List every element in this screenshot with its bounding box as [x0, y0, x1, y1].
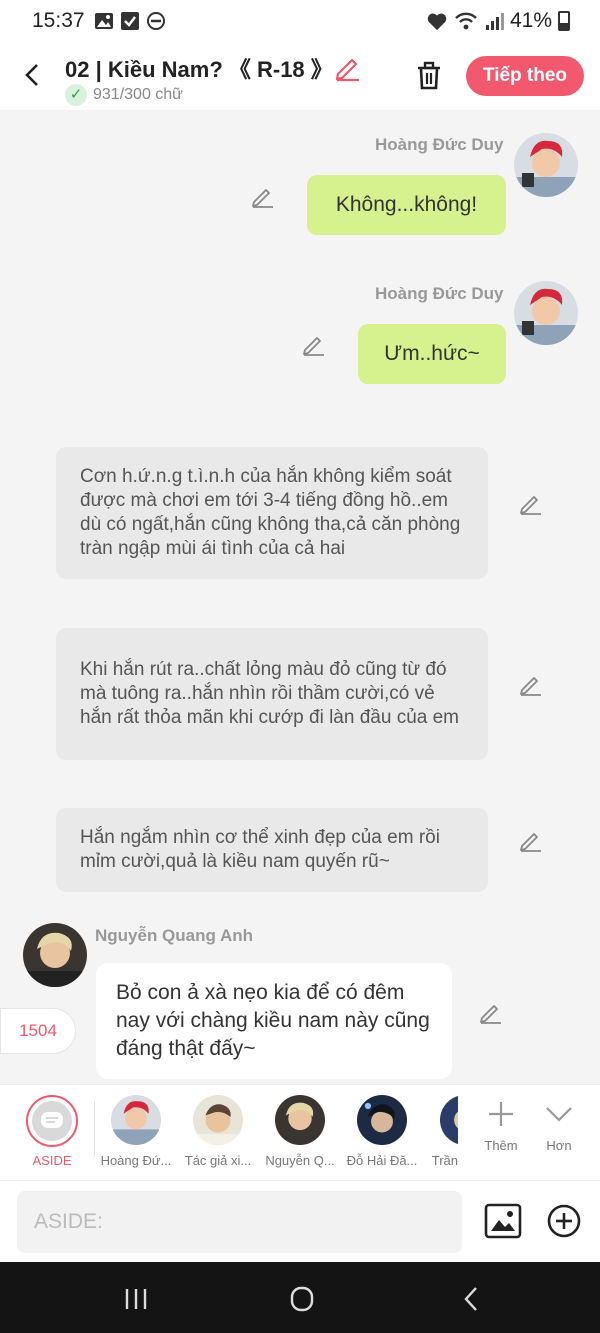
- character-label: Hoàng Đứ...: [100, 1153, 172, 1168]
- next-button[interactable]: Tiếp theo: [466, 56, 584, 96]
- chat-area[interactable]: Hoàng Đức Duy Không...không! Hoàng Đức D…: [0, 110, 600, 1084]
- avatar[interactable]: [23, 923, 87, 987]
- do-not-disturb-icon: [147, 12, 165, 30]
- system-nav-bar: [0, 1262, 600, 1333]
- add-label: Thêm: [484, 1138, 518, 1153]
- sender-name: Hoàng Đức Duy: [375, 135, 504, 154]
- chevron-down-icon: [546, 1107, 572, 1122]
- heart-icon: [427, 13, 447, 31]
- image-icon[interactable]: [484, 1203, 522, 1239]
- character-label: Trần: [431, 1153, 458, 1168]
- add-circle-icon[interactable]: [546, 1203, 582, 1239]
- narration-bubble[interactable]: Khi hắn rút ra..chất lỏng màu đỏ cũng từ…: [56, 628, 488, 760]
- check-icon: ✓: [65, 84, 87, 106]
- edit-pencil-icon[interactable]: [301, 331, 327, 357]
- narration-bubble[interactable]: Cơn h.ứ.n.g t.ì.n.h của hắn không kiểm s…: [56, 447, 488, 579]
- avatar: [193, 1095, 243, 1145]
- message-bubble[interactable]: Không...không!: [307, 175, 506, 235]
- avatar[interactable]: [514, 281, 578, 345]
- header: 02 | Kiều Nam? 《 R-18 》 ✓ 931/300 chữ Ti…: [0, 44, 600, 110]
- message-bubble[interactable]: Bỏ con ả xà nẹo kia để có đêm nay với ch…: [96, 963, 452, 1079]
- character-bar: ASIDE Hoàng Đứ... Tác giả xi... Nguyễn Q…: [0, 1084, 600, 1180]
- back-nav-icon[interactable]: [455, 1284, 489, 1314]
- status-bar: 15:37 41%: [0, 0, 600, 44]
- avatar: [275, 1095, 325, 1145]
- add-character-button[interactable]: Thêm: [476, 1099, 526, 1153]
- character-item[interactable]: Tác giả xi...: [176, 1095, 260, 1168]
- message-input[interactable]: [17, 1191, 462, 1253]
- counter-badge[interactable]: 1504: [0, 1008, 76, 1054]
- edit-pencil-icon[interactable]: [478, 999, 504, 1025]
- character-item[interactable]: Trần: [422, 1095, 458, 1168]
- character-item[interactable]: Đỗ Hải Đă...: [340, 1095, 424, 1168]
- aside-button[interactable]: [26, 1095, 78, 1147]
- edit-pencil-icon[interactable]: [518, 671, 544, 697]
- character-item[interactable]: Hoàng Đứ...: [94, 1095, 178, 1168]
- home-icon[interactable]: [285, 1284, 319, 1314]
- sender-name: Hoàng Đức Duy: [375, 284, 504, 303]
- wifi-icon: [455, 12, 477, 30]
- page-title: 02 | Kiều Nam? 《 R-18 》: [65, 57, 333, 82]
- battery-icon: [558, 11, 570, 31]
- signal-icon: [485, 13, 504, 30]
- edit-pencil-icon[interactable]: [518, 827, 544, 853]
- edit-title-icon[interactable]: [333, 52, 363, 82]
- avatar[interactable]: [514, 133, 578, 197]
- sender-name: Nguyễn Quang Anh: [95, 926, 254, 945]
- message-bubble[interactable]: Ưm..hức~: [358, 324, 506, 384]
- more-button[interactable]: Hơn: [534, 1099, 584, 1153]
- status-time: 15:37: [32, 9, 85, 32]
- edit-pencil-icon[interactable]: [250, 183, 276, 209]
- checkbox-icon: [121, 12, 139, 30]
- character-item[interactable]: Nguyễn Q...: [258, 1095, 342, 1168]
- battery-percent: 41%: [509, 9, 552, 32]
- edit-pencil-icon[interactable]: [518, 490, 544, 516]
- avatar: [111, 1095, 161, 1145]
- character-label: Nguyễn Q...: [265, 1153, 335, 1168]
- chat-bubble-icon: [41, 1112, 63, 1128]
- more-label: Hơn: [546, 1138, 572, 1153]
- trash-icon[interactable]: [413, 60, 445, 92]
- avatar: [357, 1095, 407, 1145]
- gallery-icon: [95, 13, 113, 29]
- back-button[interactable]: [18, 60, 48, 90]
- input-bar: [0, 1180, 600, 1262]
- avatar: [440, 1095, 458, 1145]
- character-label: Tác giả xi...: [184, 1153, 252, 1168]
- character-label: Đỗ Hải Đă...: [346, 1153, 418, 1168]
- narration-bubble[interactable]: Hắn ngắm nhìn cơ thể xinh đẹp của em rồi…: [56, 808, 488, 892]
- plus-icon: [489, 1102, 513, 1126]
- word-count-text: 931/300 chữ: [93, 86, 183, 103]
- recent-apps-icon[interactable]: [119, 1284, 153, 1314]
- word-count: ✓ 931/300 chữ: [65, 84, 183, 106]
- aside-label: ASIDE: [32, 1153, 72, 1168]
